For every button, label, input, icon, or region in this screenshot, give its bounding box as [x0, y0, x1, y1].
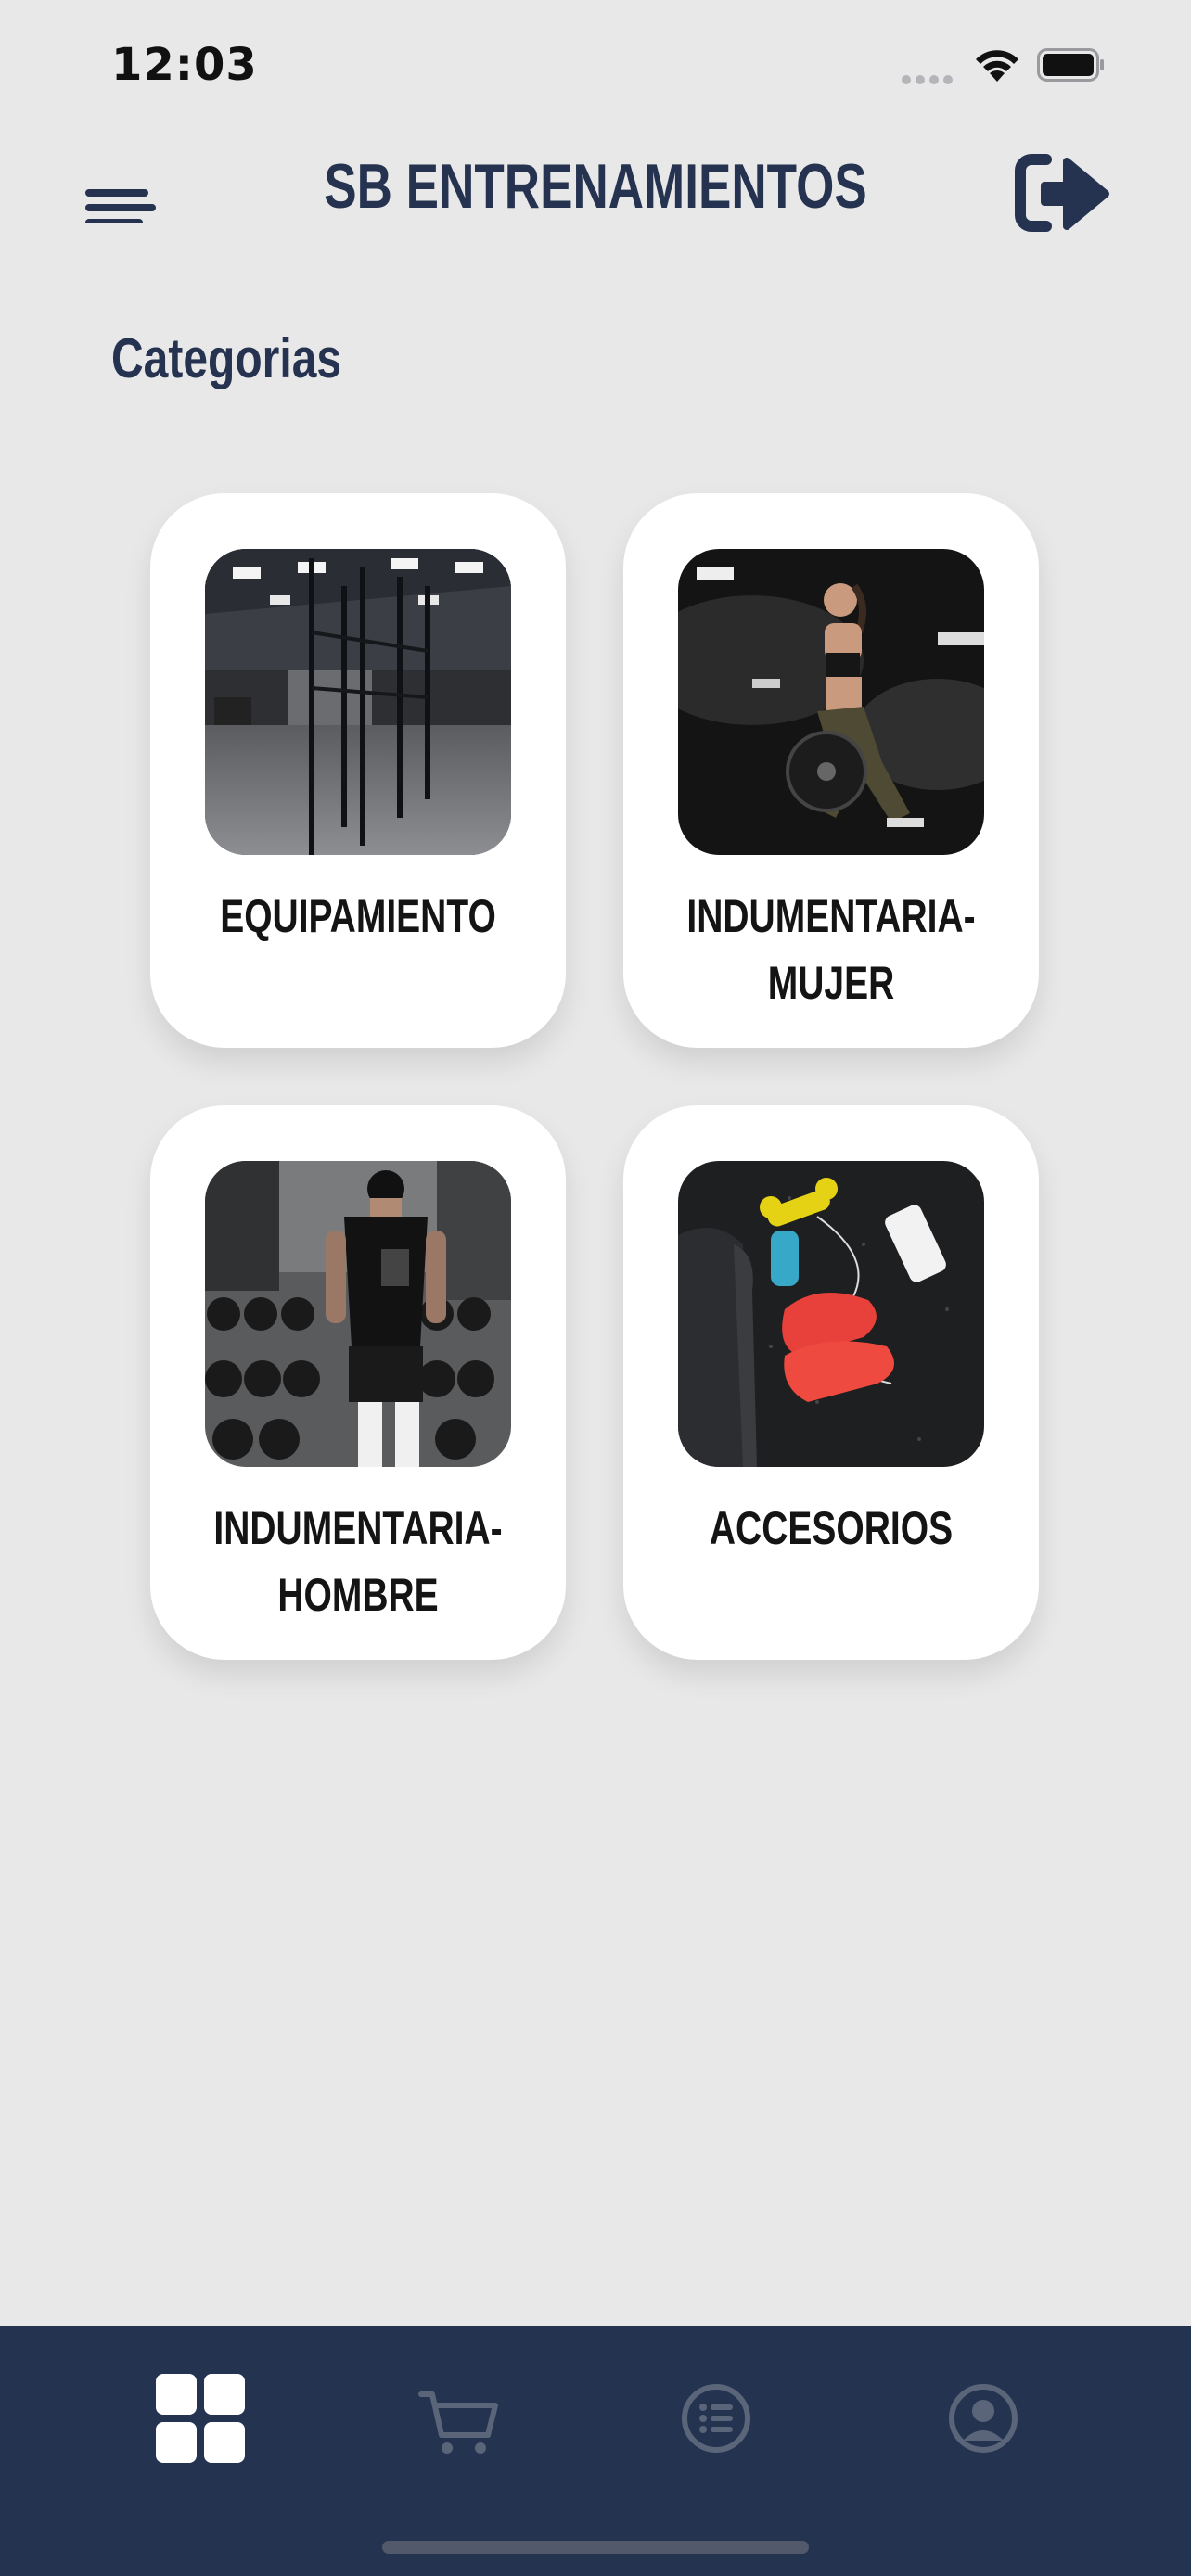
nav-categories[interactable]: [145, 2363, 256, 2474]
logout-icon: [1015, 154, 1109, 232]
logout-button[interactable]: [1013, 148, 1109, 237]
man-dumbbells-photo: [205, 1161, 511, 1467]
battery-icon: [1037, 48, 1104, 82]
category-label: INDUMENTARIA- HOMBRE: [213, 1502, 503, 1621]
bottom-navigation: [0, 2326, 1191, 2576]
category-card-indumentaria-hombre[interactable]: INDUMENTARIA- HOMBRE: [150, 1105, 566, 1660]
status-bar: 12:03: [0, 0, 1191, 130]
category-label: EQUIPAMIENTO: [220, 890, 496, 942]
status-time: 12:03: [111, 39, 258, 91]
section-title: Categorias: [111, 327, 342, 389]
home-indicator: [382, 2541, 809, 2554]
category-card-equipamiento[interactable]: EQUIPAMIENTO: [150, 493, 566, 1048]
app-title: SB ENTRENAMIENTOS: [324, 151, 867, 222]
category-label: ACCESORIOS: [709, 1502, 954, 1554]
sneakers-accessories-photo: [678, 1161, 984, 1467]
profile-icon: [949, 2384, 1018, 2453]
wifi-icon: [972, 46, 1022, 88]
nav-cart[interactable]: [399, 2363, 510, 2474]
cellular-signal-icon: [902, 72, 957, 84]
category-card-indumentaria-mujer[interactable]: INDUMENTARIA- MUJER: [623, 493, 1039, 1048]
nav-orders[interactable]: [660, 2363, 772, 2474]
app-header: SB ENTRENAMIENTOS: [0, 130, 1191, 250]
nav-profile[interactable]: [928, 2363, 1039, 2474]
category-label: INDUMENTARIA- MUJER: [686, 890, 976, 1009]
cart-icon: [418, 2391, 498, 2454]
category-card-accesorios[interactable]: ACCESORIOS: [623, 1105, 1039, 1660]
woman-training-photo: [678, 549, 984, 855]
grid-icon: [156, 2374, 245, 2463]
list-icon: [682, 2384, 750, 2453]
gym-rigs-photo: [205, 549, 511, 855]
